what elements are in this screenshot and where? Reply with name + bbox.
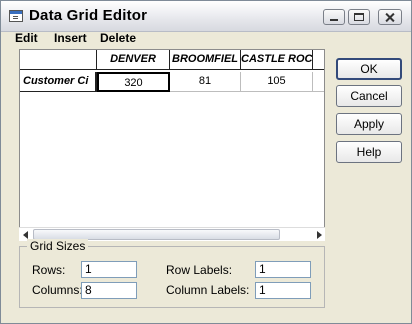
arrow-right-icon[interactable]: [317, 231, 322, 239]
column-labels-field[interactable]: 1: [255, 282, 311, 299]
columns-field[interactable]: 8: [81, 282, 137, 299]
rows-field[interactable]: 1: [81, 261, 137, 278]
column-header[interactable]: BROOMFIEL: [170, 50, 241, 70]
rows-label: Rows:: [32, 263, 66, 277]
columns-label: Columns:: [32, 283, 83, 297]
grid-window-icon: [9, 10, 23, 22]
data-grid-editor-window: Data Grid Editor Edit Insert Delete DENV…: [0, 0, 412, 324]
row-labels-label: Row Labels:: [166, 263, 233, 277]
menu-bar: Edit Insert Delete: [1, 31, 411, 45]
menu-insert[interactable]: Insert: [54, 31, 87, 45]
menu-delete[interactable]: Delete: [100, 31, 136, 45]
grid-cell-selected[interactable]: 320: [97, 72, 170, 92]
arrow-left-icon[interactable]: [23, 231, 28, 239]
column-header[interactable]: CASTLE ROC: [241, 50, 313, 70]
menu-edit[interactable]: Edit: [15, 31, 38, 45]
ok-button[interactable]: OK: [336, 58, 402, 80]
data-grid: DENVER BROOMFIEL CASTLE ROC A Customer C…: [19, 49, 325, 239]
column-header[interactable]: DENVER: [97, 50, 170, 70]
grid-corner-cell: [20, 50, 97, 70]
window-title: Data Grid Editor: [29, 7, 148, 24]
grid-cell[interactable]: [313, 72, 324, 92]
grid-sizes-title: Grid Sizes: [27, 239, 89, 253]
close-icon[interactable]: [378, 9, 402, 25]
row-labels-field[interactable]: 1: [255, 261, 311, 278]
grid-cell[interactable]: 105: [241, 72, 313, 92]
apply-button[interactable]: Apply: [336, 113, 402, 135]
column-labels-label: Column Labels:: [166, 283, 250, 297]
cancel-button[interactable]: Cancel: [336, 85, 402, 107]
title-bar[interactable]: Data Grid Editor: [1, 1, 411, 32]
minimize-icon[interactable]: [323, 9, 345, 25]
column-header[interactable]: A: [313, 50, 324, 70]
grid-cell[interactable]: 81: [170, 72, 241, 92]
maximize-icon[interactable]: [348, 9, 370, 25]
help-button[interactable]: Help: [336, 141, 402, 163]
row-label[interactable]: Customer Ci: [20, 72, 97, 92]
